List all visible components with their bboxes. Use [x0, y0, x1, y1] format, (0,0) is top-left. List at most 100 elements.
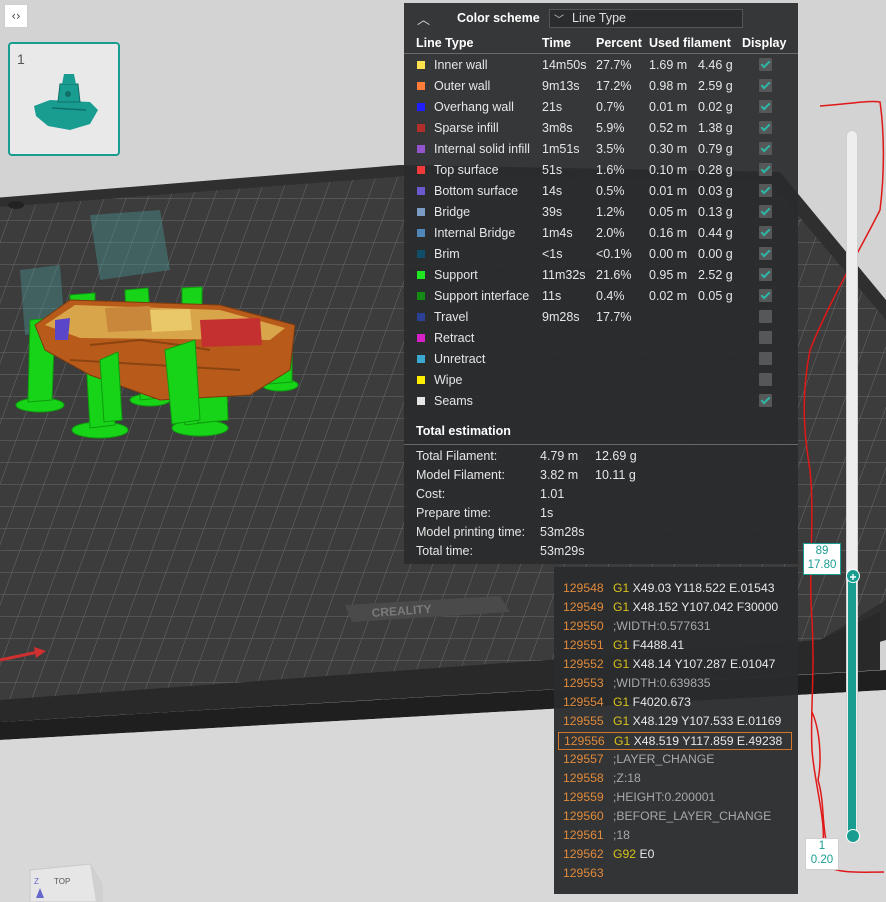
line-type-weight: 0.13 g [698, 205, 733, 219]
gcode-line: 129551 G1 F4488.41 [558, 637, 792, 655]
color-scheme-value: Line Type [572, 11, 626, 25]
total-label: Prepare time: [416, 506, 492, 520]
legend-row: Seams [404, 390, 798, 411]
color-swatch [417, 334, 425, 342]
display-checkbox[interactable] [759, 310, 772, 323]
legend-row: Internal solid infill 1m51s 3.5% 0.30 m 0.79… [404, 138, 798, 159]
view-cube[interactable]: TOP Z [26, 862, 106, 902]
gcode-comment: ;BEFORE_LAYER_CHANGE [613, 809, 772, 823]
display-checkbox[interactable] [759, 289, 772, 302]
total-label: Model Filament: [416, 468, 505, 482]
line-type-percent: 2.0% [596, 226, 625, 240]
color-swatch [417, 313, 425, 321]
line-type-time: 9m28s [542, 310, 580, 324]
display-checkbox[interactable] [759, 394, 772, 407]
total-row: Total Filament: 4.79 m 12.69 g [404, 447, 798, 466]
color-swatch [417, 103, 425, 111]
display-checkbox[interactable] [759, 58, 772, 71]
line-type-percent: 17.2% [596, 79, 632, 93]
plate-thumbnail[interactable]: 1 [8, 42, 120, 156]
display-checkbox[interactable] [759, 184, 772, 197]
color-swatch [417, 208, 425, 216]
line-type-time: 11s [542, 289, 562, 303]
collapse-sidebar-button[interactable]: ‹› [4, 4, 28, 28]
display-checkbox[interactable] [759, 247, 772, 260]
line-type-weight: 0.79 g [698, 142, 733, 156]
display-checkbox[interactable] [759, 352, 772, 365]
gcode-command: G92 [613, 847, 637, 861]
legend-row: Unretract [404, 348, 798, 369]
line-type-name: Seams [434, 394, 473, 408]
display-checkbox[interactable] [759, 268, 772, 281]
legend-row: Outer wall 9m13s 17.2% 0.98 m 2.59 g [404, 75, 798, 96]
gcode-args: F4488.41 [632, 638, 685, 652]
display-checkbox[interactable] [759, 121, 772, 134]
chevrons-icon: ‹› [11, 9, 21, 23]
line-type-percent: 1.6% [596, 163, 625, 177]
line-type-name: Outer wall [434, 79, 491, 93]
color-swatch [417, 292, 425, 300]
gcode-args: X48.152 Y107.042 F30000 [632, 600, 779, 614]
color-swatch [417, 82, 425, 90]
display-checkbox[interactable] [759, 226, 772, 239]
gcode-line-current: 129556 G1 X48.519 Y117.859 E.49238 [558, 732, 792, 750]
line-type-time: 1m51s [542, 142, 580, 156]
col-percent: Percent [596, 36, 642, 50]
display-checkbox[interactable] [759, 373, 772, 386]
display-checkbox[interactable] [759, 79, 772, 92]
legend-row: Support 11m32s 21.6% 0.95 m 2.52 g [404, 264, 798, 285]
display-checkbox[interactable] [759, 142, 772, 155]
lower-layer-number: 1 [818, 840, 826, 852]
display-checkbox[interactable] [759, 163, 772, 176]
gcode-line-number: 129550 [563, 619, 604, 633]
color-scheme-dropdown[interactable]: ﹀ Line Type [549, 8, 743, 28]
color-swatch [417, 61, 425, 69]
collapse-legend-icon[interactable]: ︿ [417, 9, 443, 28]
gcode-line: 129552 G1 X48.14 Y107.287 E.01047 [558, 656, 792, 674]
gcode-viewer[interactable]: 129548 G1 X49.03 Y118.522 E.01543 129549 G1… [554, 567, 798, 894]
line-type-length: 0.16 m [649, 226, 688, 240]
legend-row: Wipe [404, 369, 798, 390]
legend-row: Inner wall 14m50s 27.7% 1.69 m 4.46 g [404, 54, 798, 75]
display-checkbox[interactable] [759, 331, 772, 344]
legend-row: Sparse infill 3m8s 5.9% 0.52 m 1.38 g [404, 117, 798, 138]
total-row: Model Filament: 3.82 m 10.11 g [404, 466, 798, 485]
total-value-secondary: 10.11 g [595, 468, 636, 482]
gcode-line-number: 129563 [563, 866, 604, 880]
gcode-args: X48.14 Y107.287 E.01047 [632, 657, 776, 671]
plate-number: 1 [17, 51, 25, 67]
line-type-name: Sparse infill [434, 121, 499, 135]
line-type-length: 0.95 m [649, 268, 688, 282]
gcode-comment: ;WIDTH:0.577631 [613, 619, 711, 633]
line-type-name: Internal solid infill [434, 142, 530, 156]
line-type-weight: 0.02 g [698, 100, 733, 114]
gcode-args: F4020.673 [632, 695, 691, 709]
legend-rows: Inner wall 14m50s 27.7% 1.69 m 4.46 g Outer w… [404, 54, 798, 411]
col-display: Display [742, 36, 787, 50]
display-checkbox[interactable] [759, 205, 772, 218]
line-type-length: 0.01 m [649, 184, 688, 198]
color-swatch [417, 250, 425, 258]
gcode-line-number: 129549 [563, 600, 604, 614]
line-type-time: <1s [542, 247, 563, 261]
line-type-name: Travel [434, 310, 469, 324]
gcode-line-number: 129556 [564, 734, 605, 748]
display-checkbox[interactable] [759, 100, 772, 113]
col-used-filament: Used filament [649, 36, 731, 50]
total-row: Prepare time: 1s [404, 504, 798, 523]
plus-icon [850, 574, 856, 580]
gcode-line: 129559 ;HEIGHT:0.200001 [558, 789, 792, 807]
line-type-time: 11m32s [542, 268, 586, 282]
chevron-down-icon: ﹀ [554, 14, 564, 26]
total-value-primary: 3.82 m [540, 468, 579, 482]
upper-layer-number: 89 [815, 545, 829, 557]
color-swatch [417, 229, 425, 237]
total-label: Cost: [416, 487, 446, 501]
color-scheme-label: Color scheme [457, 11, 540, 25]
total-value-primary: 53m29s [540, 544, 585, 558]
gcode-args: X48.519 Y117.859 E.49238 [633, 734, 783, 748]
gcode-command: G1 [613, 638, 630, 652]
lower-layer-handle[interactable] [846, 829, 860, 843]
gcode-line: 129560 ;BEFORE_LAYER_CHANGE [558, 808, 792, 826]
upper-layer-handle[interactable] [846, 569, 860, 583]
